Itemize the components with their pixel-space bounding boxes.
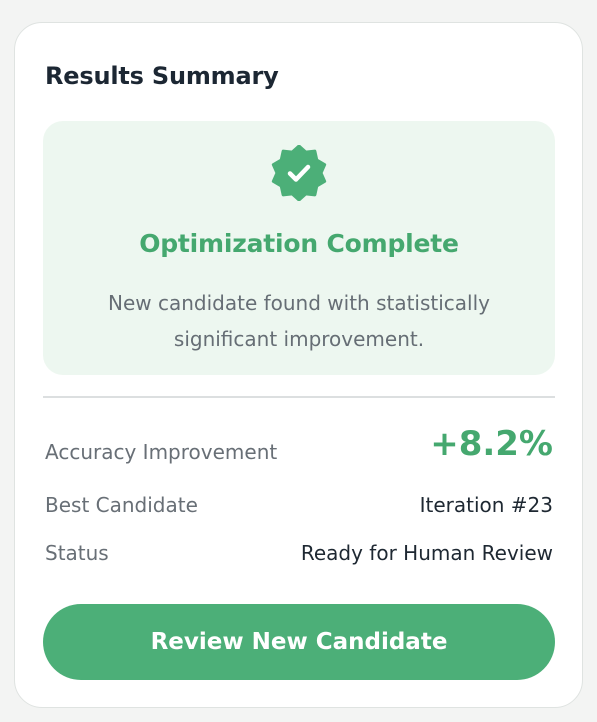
- success-heading: Optimization Complete: [139, 229, 459, 258]
- results-summary-card: Results Summary Optimization Complete Ne…: [14, 22, 583, 708]
- status-label: Status: [45, 541, 109, 565]
- accuracy-improvement-value: +8.2%: [430, 424, 553, 464]
- review-new-candidate-button[interactable]: Review New Candidate: [43, 604, 555, 680]
- verified-badge-icon: [271, 145, 327, 201]
- card-title: Results Summary: [45, 62, 279, 90]
- success-description: New candidate found with statistically s…: [107, 291, 491, 351]
- success-panel: Optimization Complete New candidate foun…: [43, 121, 555, 375]
- divider: [43, 396, 555, 398]
- status-value: Ready for Human Review: [300, 541, 553, 565]
- accuracy-improvement-label: Accuracy Improvement: [45, 440, 278, 464]
- best-candidate-label: Best Candidate: [45, 493, 198, 517]
- best-candidate-value: Iteration #23: [419, 493, 553, 517]
